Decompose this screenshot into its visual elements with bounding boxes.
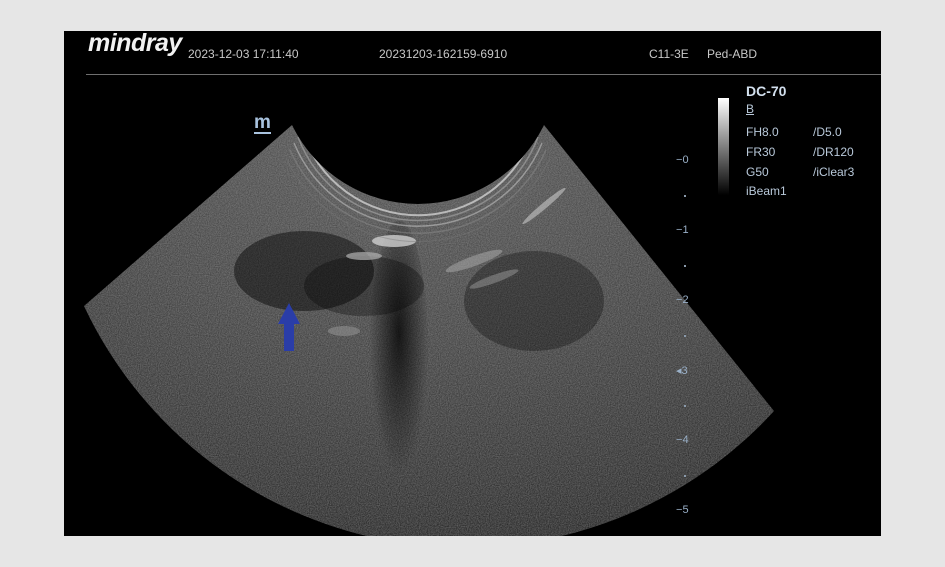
- brand-logo: mindray: [88, 31, 182, 57]
- depth-tick-2: −2: [676, 294, 689, 306]
- preset-name: Ped-ABD: [707, 47, 758, 61]
- param-dr: /DR120: [813, 145, 854, 159]
- param-ibeam: iBeam1: [746, 184, 787, 198]
- depth-tick-0: −0: [676, 154, 689, 166]
- param-iclear: /iClear3: [813, 165, 855, 179]
- date-time: 2023-12-03 17:11:40: [188, 47, 299, 61]
- param-fr: FR30: [746, 145, 776, 159]
- ultrasound-screen: mindray 2023-12-03 17:11:40 20231203-162…: [64, 31, 881, 536]
- depth-tick-1: −1: [676, 224, 689, 236]
- focus-marker: ◂3: [676, 365, 688, 377]
- depth-tick-4: −4: [676, 434, 689, 446]
- imaging-mode: B: [746, 102, 755, 116]
- grayscale-bar: [718, 98, 729, 195]
- header-divider: [86, 74, 881, 75]
- depth-tick-5: −5: [676, 504, 689, 516]
- param-d: /D5.0: [813, 125, 842, 139]
- system-model: DC-70: [746, 83, 787, 99]
- parameter-panel: DC-70 B: [746, 83, 786, 116]
- exam-id: 20231203-162159-6910: [379, 47, 508, 61]
- probe-name: C11-3E: [649, 47, 689, 61]
- param-g: G50: [746, 165, 769, 179]
- probe-orientation-marker: m: [254, 112, 271, 134]
- param-fh: FH8.0: [746, 125, 779, 139]
